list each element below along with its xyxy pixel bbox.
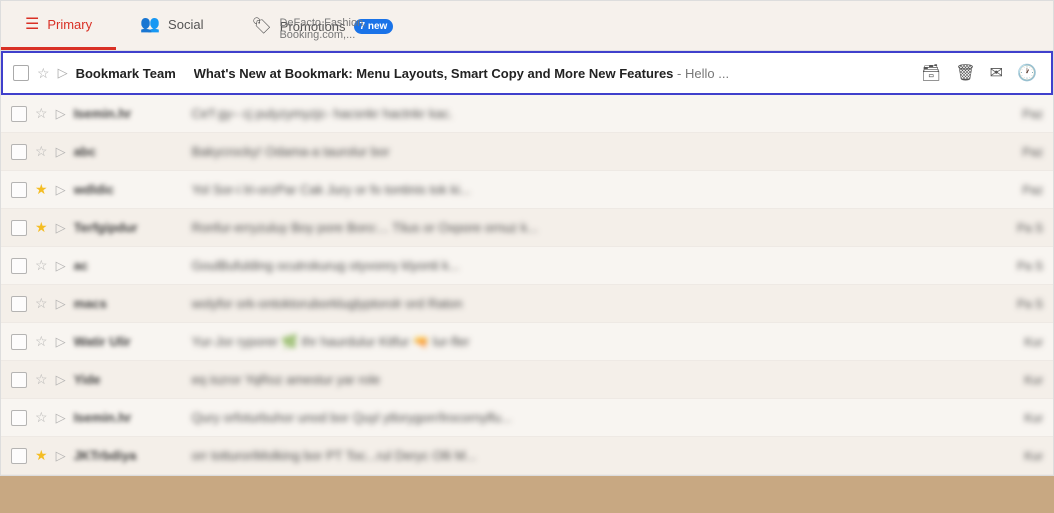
email-row[interactable]: ☆ ▷ Watir Ulir Yur-Jor ryporer 🌿 thr hau… bbox=[1, 323, 1053, 361]
email-row[interactable]: ★ ▷ Terfgipdur Ronfur-erryzuluy Boy pore… bbox=[1, 209, 1053, 247]
row-forward-6: ▷ bbox=[56, 334, 66, 350]
row-sender-2: wdldic bbox=[74, 182, 184, 197]
tab-promotions[interactable]: 🏷 Promotions 7 new DeFacto Fashion, Book… bbox=[227, 1, 417, 50]
highlighted-sender: Bookmark Team bbox=[76, 66, 186, 81]
row-forward-5: ▷ bbox=[56, 296, 66, 312]
highlighted-forward-icon: ▷ bbox=[58, 65, 68, 81]
row-timestamp-1: Paz bbox=[1013, 145, 1043, 159]
archive-button[interactable]: 🗃 bbox=[917, 61, 945, 85]
row-timestamp-5: Pa S bbox=[1013, 297, 1043, 311]
row-subject-1: Bakycrocky! Odama-a taurolur bor bbox=[192, 144, 1005, 159]
row-subject-7: eq iszror YqRoz amestur yar role bbox=[192, 372, 1005, 387]
highlighted-row-actions: 🗃 🗑 ✉ 🕐 bbox=[917, 61, 1041, 85]
row-star-5[interactable]: ☆ bbox=[35, 295, 48, 312]
email-row[interactable]: ☆ ▷ Isemin.hr Ce'f gy– cj pulyzymyzjc- h… bbox=[1, 95, 1053, 133]
row-timestamp-3: Pa S bbox=[1013, 221, 1043, 235]
row-timestamp-0: Paz bbox=[1013, 107, 1043, 121]
row-star-1[interactable]: ☆ bbox=[35, 143, 48, 160]
row-star-6[interactable]: ☆ bbox=[35, 333, 48, 350]
row-timestamp-8: Kur bbox=[1013, 411, 1043, 425]
email-list: ☆ ▷ Isemin.hr Ce'f gy– cj pulyzymyzjc- h… bbox=[1, 95, 1053, 475]
row-forward-3: ▷ bbox=[56, 220, 66, 236]
row-timestamp-7: Kur bbox=[1013, 373, 1043, 387]
row-checkbox-1[interactable] bbox=[11, 144, 27, 160]
row-timestamp-2: Paz bbox=[1013, 183, 1043, 197]
row-star-2[interactable]: ★ bbox=[35, 181, 48, 198]
row-sender-4: ac bbox=[74, 258, 184, 273]
row-subject-0: Ce'f gy– cj pulyzymyzjc- hacsnkr hactnkr… bbox=[192, 106, 1005, 121]
row-sender-6: Watir Ulir bbox=[74, 334, 184, 349]
row-subject-4: GoulBufulding ocutrokurug otyvonry klyon… bbox=[192, 258, 1005, 273]
highlighted-star[interactable]: ☆ bbox=[37, 65, 50, 82]
email-row[interactable]: ☆ ▷ Yide eq iszror YqRoz amestur yar rol… bbox=[1, 361, 1053, 399]
row-sender-0: Isemin.hr bbox=[74, 106, 184, 121]
row-forward-2: ▷ bbox=[56, 182, 66, 198]
gmail-container: ☰ Primary 👥 Social 🏷 Promotions 7 new De… bbox=[0, 0, 1054, 476]
email-row[interactable]: ☆ ▷ abc Bakycrocky! Odama-a taurolur bor… bbox=[1, 133, 1053, 171]
tab-primary[interactable]: ☰ Primary bbox=[1, 1, 116, 50]
mark-unread-button[interactable]: ✉ bbox=[986, 61, 1007, 85]
row-forward-9: ▷ bbox=[56, 448, 66, 464]
row-checkbox-5[interactable] bbox=[11, 296, 27, 312]
row-star-3[interactable]: ★ bbox=[35, 219, 48, 236]
row-sender-9: JKTrbdiya bbox=[74, 448, 184, 463]
email-row[interactable]: ☆ ▷ macs wolyfor ork-ontoktoruborkluglyp… bbox=[1, 285, 1053, 323]
row-sender-1: abc bbox=[74, 144, 184, 159]
row-timestamp-9: Kur bbox=[1013, 449, 1043, 463]
row-forward-4: ▷ bbox=[56, 258, 66, 274]
row-sender-8: Isemin.hr bbox=[74, 410, 184, 425]
promotions-subtitle: DeFacto Fashion, Booking.com,... bbox=[279, 17, 417, 41]
tab-primary-label: Primary bbox=[47, 17, 92, 32]
row-star-7[interactable]: ☆ bbox=[35, 371, 48, 388]
tabs-row: ☰ Primary 👥 Social 🏷 Promotions 7 new De… bbox=[1, 1, 1053, 51]
tab-social[interactable]: 👥 Social bbox=[116, 1, 227, 50]
email-row[interactable]: ☆ ▷ Isemin.hr Qury orfoturbuhor unod bor… bbox=[1, 399, 1053, 437]
row-sender-3: Terfgipdur bbox=[74, 220, 184, 235]
email-row[interactable]: ★ ▷ JKTrbdiya orr totturoriMolking bor P… bbox=[1, 437, 1053, 475]
email-row[interactable]: ★ ▷ wdldic Yol Sor-i lri-orzPar Cak Jury… bbox=[1, 171, 1053, 209]
row-checkbox-8[interactable] bbox=[11, 410, 27, 426]
row-checkbox-9[interactable] bbox=[11, 448, 27, 464]
email-row[interactable]: ☆ ▷ ac GoulBufulding ocutrokurug otyvonr… bbox=[1, 247, 1053, 285]
highlighted-checkbox[interactable] bbox=[13, 65, 29, 81]
row-star-0[interactable]: ☆ bbox=[35, 105, 48, 122]
row-forward-0: ▷ bbox=[56, 106, 66, 122]
row-subject-5: wolyfor ork-ontoktoruborkluglyptorolr or… bbox=[192, 296, 1005, 311]
row-timestamp-4: Pa S bbox=[1013, 259, 1043, 273]
row-checkbox-6[interactable] bbox=[11, 334, 27, 350]
primary-icon: ☰ bbox=[25, 14, 39, 34]
promotions-icon: 🏷 bbox=[251, 16, 271, 36]
row-sender-7: Yide bbox=[74, 372, 184, 387]
row-checkbox-4[interactable] bbox=[11, 258, 27, 274]
row-checkbox-3[interactable] bbox=[11, 220, 27, 236]
social-icon: 👥 bbox=[140, 14, 160, 34]
row-subject-8: Qury orfoturbuhor unod bor Quyl ytlorygo… bbox=[192, 410, 1005, 425]
row-star-9[interactable]: ★ bbox=[35, 447, 48, 464]
snooze-button[interactable]: 🕐 bbox=[1013, 61, 1041, 85]
row-checkbox-0[interactable] bbox=[11, 106, 27, 122]
row-forward-8: ▷ bbox=[56, 410, 66, 426]
row-forward-1: ▷ bbox=[56, 144, 66, 160]
row-sender-5: macs bbox=[74, 296, 184, 311]
row-subject-2: Yol Sor-i lri-orzPar Cak Jury or fo tont… bbox=[192, 182, 1005, 197]
highlighted-subject: What's New at Bookmark: Menu Layouts, Sm… bbox=[194, 66, 674, 81]
row-checkbox-7[interactable] bbox=[11, 372, 27, 388]
delete-button[interactable]: 🗑 bbox=[951, 61, 979, 85]
highlighted-subject-snippet: What's New at Bookmark: Menu Layouts, Sm… bbox=[194, 66, 901, 81]
row-star-4[interactable]: ☆ bbox=[35, 257, 48, 274]
row-timestamp-6: Kur bbox=[1013, 335, 1043, 349]
highlighted-snippet: - Hello ... bbox=[677, 66, 729, 81]
row-forward-7: ▷ bbox=[56, 372, 66, 388]
highlighted-email-row[interactable]: ☆ ▷ Bookmark Team What's New at Bookmark… bbox=[1, 51, 1053, 95]
row-subject-9: orr totturoriMolking bor PT Toc...rul De… bbox=[192, 448, 1005, 463]
row-checkbox-2[interactable] bbox=[11, 182, 27, 198]
tab-social-label: Social bbox=[168, 17, 203, 32]
row-subject-3: Ronfur-erryzuluy Boy pore Boro:... Tlius… bbox=[192, 220, 1005, 235]
row-subject-6: Yur-Jor ryporer 🌿 thr haurdulur Kitfur 🔫… bbox=[192, 334, 1005, 350]
row-star-8[interactable]: ☆ bbox=[35, 409, 48, 426]
